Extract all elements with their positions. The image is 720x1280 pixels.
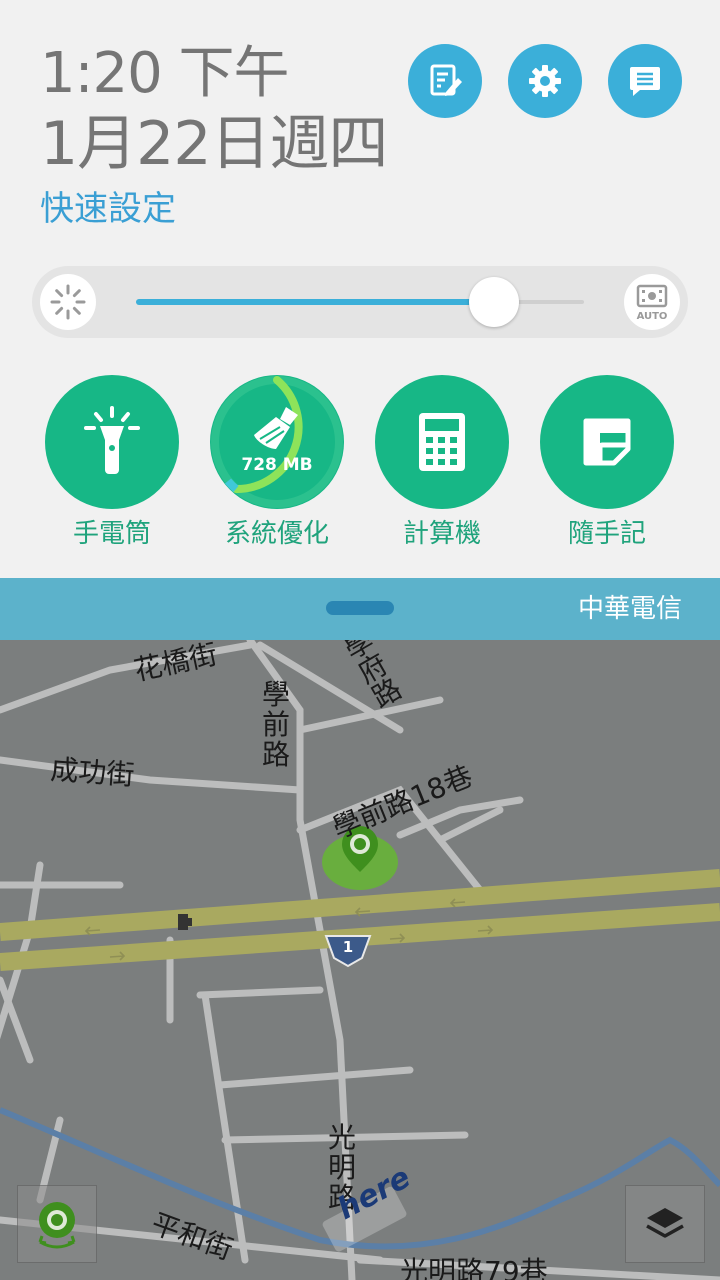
brightness-slider-thumb[interactable]: [469, 277, 519, 327]
drag-handle[interactable]: [326, 601, 394, 615]
note-icon: [583, 418, 631, 466]
tile-flashlight[interactable]: [45, 375, 179, 509]
calculator-icon: [419, 413, 465, 471]
map-layers-button[interactable]: [625, 1185, 705, 1263]
street-label: 成功街: [49, 752, 136, 792]
street-label: 學前路: [262, 678, 291, 771]
street-label: 光明路79巷: [400, 1255, 548, 1280]
route-number: 1: [342, 938, 354, 956]
brightness-low-icon: [40, 274, 96, 330]
quick-settings-label[interactable]: 快速設定: [40, 186, 176, 232]
notifications-button[interactable]: [608, 44, 682, 118]
recenter-location-icon: [38, 1202, 76, 1249]
settings-button[interactable]: [508, 44, 582, 118]
layers-icon: [646, 1208, 684, 1238]
tile-flashlight-label: 手電筒: [72, 519, 151, 549]
date-label: 1月22日週四: [40, 109, 389, 179]
tile-calculator-label: 計算機: [402, 519, 481, 549]
gear-icon: [529, 65, 561, 97]
auto-brightness-toggle[interactable]: AUTO: [624, 274, 680, 330]
brightness-fill: [136, 299, 494, 305]
auto-label: AUTO: [636, 311, 668, 322]
tile-calculator[interactable]: [375, 375, 509, 509]
tile-quick-memo-label: 隨手記: [567, 519, 646, 549]
tile-system-optimize-label: 系統優化: [224, 519, 329, 549]
tile-system-optimize[interactable]: 728 MB: [210, 375, 344, 509]
edit-button[interactable]: [408, 44, 482, 118]
brightness-control: AUTO: [32, 266, 688, 338]
carrier-label: 中華電信: [577, 594, 682, 624]
flashlight-icon: [84, 406, 140, 474]
map-view[interactable]: 花橋街 學府路 學前路 成功街 學前路18巷 光明路 平和街 光明路79巷 1 …: [0, 640, 720, 1280]
edit-icon: [430, 64, 462, 96]
locate-me-button[interactable]: [17, 1185, 97, 1263]
broom-icon: [254, 407, 298, 449]
message-icon: [630, 67, 660, 96]
tile-quick-memo[interactable]: [540, 375, 674, 509]
clock-time: 1:20 下午: [40, 41, 290, 106]
memory-value: 728 MB: [241, 455, 313, 475]
